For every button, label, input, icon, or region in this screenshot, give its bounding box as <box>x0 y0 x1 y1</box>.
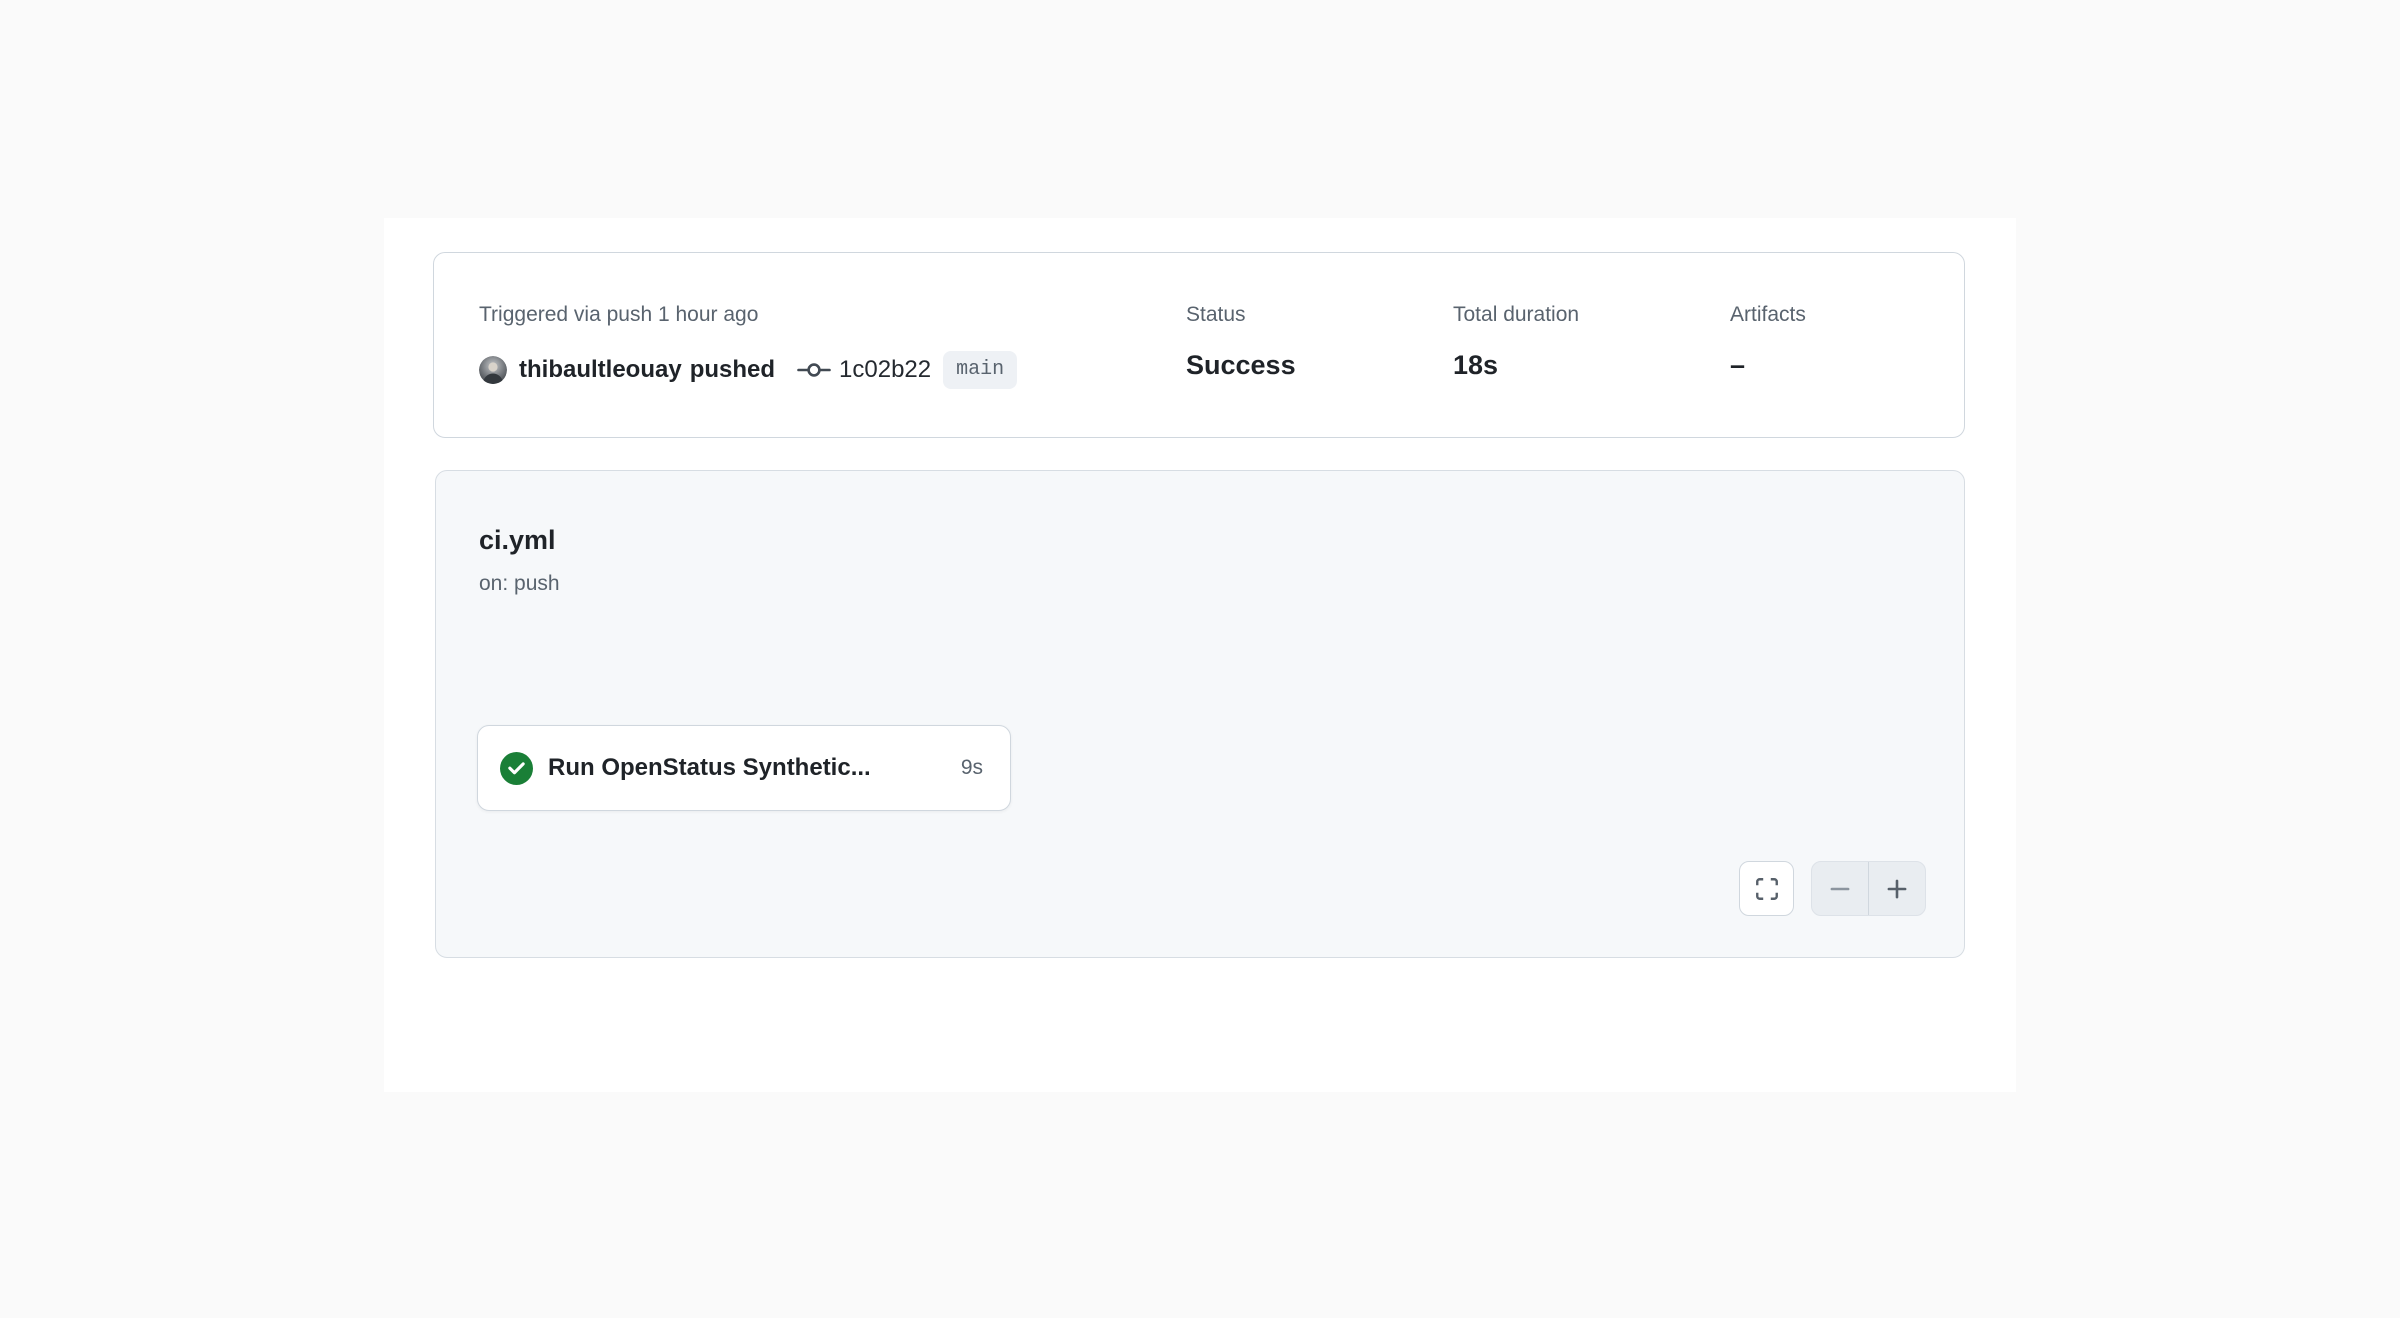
workflow-file-name: ci.yml <box>479 523 556 557</box>
status-value: Success <box>1186 349 1296 382</box>
workflow-trigger: on: push <box>479 570 560 597</box>
job-node[interactable]: Run OpenStatus Synthetic... 9s <box>477 725 1011 811</box>
fullscreen-button[interactable] <box>1739 861 1794 916</box>
actor-link[interactable]: thibaultleouay <box>519 356 682 384</box>
avatar[interactable] <box>479 356 507 384</box>
status-label: Status <box>1186 301 1296 328</box>
job-name: Run OpenStatus Synthetic... <box>548 754 871 782</box>
job-duration: 9s <box>947 756 983 780</box>
commit-row: thibaultleouay pushed 1c02b22 main <box>479 350 1017 390</box>
status-column: Status Success <box>1186 301 1296 382</box>
duration-column: Total duration 18s <box>1453 301 1579 382</box>
duration-value: 18s <box>1453 349 1579 382</box>
zoom-in-button[interactable] <box>1869 862 1925 915</box>
artifacts-label: Artifacts <box>1730 301 1806 328</box>
artifacts-value: – <box>1730 349 1806 382</box>
git-commit-icon <box>797 358 831 382</box>
commit-link[interactable]: 1c02b22 <box>797 356 931 384</box>
check-circle-icon <box>500 752 533 785</box>
run-summary-card: Triggered via push 1 hour ago <box>433 252 1965 438</box>
zoom-controls <box>1811 861 1926 916</box>
plus-icon <box>1884 876 1910 902</box>
branch-badge[interactable]: main <box>943 351 1017 389</box>
commit-sha: 1c02b22 <box>839 356 931 384</box>
run-trigger-summary: Triggered via push 1 hour ago <box>479 301 758 328</box>
minus-icon <box>1827 876 1853 902</box>
zoom-out-button[interactable] <box>1812 862 1868 915</box>
duration-label: Total duration <box>1453 301 1579 328</box>
artifacts-column: Artifacts – <box>1730 301 1806 382</box>
content-panel: Triggered via push 1 hour ago <box>384 218 2016 1092</box>
pushed-label: pushed <box>690 356 775 384</box>
avatar-image <box>479 356 507 384</box>
fullscreen-icon <box>1754 876 1780 902</box>
workflow-graph-card: ci.yml on: push Run OpenStatus Synthetic… <box>435 470 1965 958</box>
